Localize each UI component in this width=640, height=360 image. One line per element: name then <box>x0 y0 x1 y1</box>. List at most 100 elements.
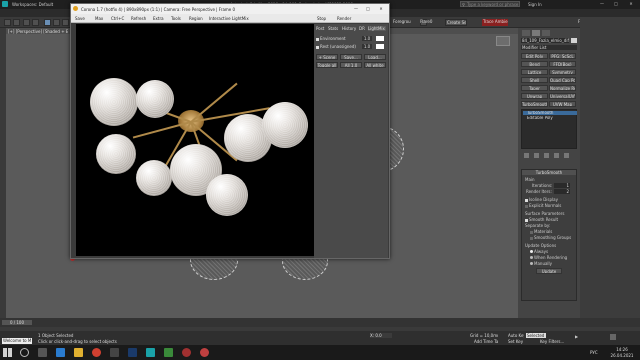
toolbar-foreground[interactable]: Foreground <box>393 19 411 26</box>
toggle-all-button[interactable]: Toggle all <box>316 62 338 68</box>
modifier-button[interactable]: Bend <box>521 61 548 67</box>
render-iters-spinner[interactable]: 2 <box>554 189 570 194</box>
frame-maximize-icon[interactable]: □ <box>363 6 373 11</box>
layer-value[interactable]: 1.0 <box>362 36 372 41</box>
modifier-button[interactable]: Edit Poly <box>521 53 548 59</box>
clock-time[interactable]: 14:26 <box>608 347 636 352</box>
object-name-field[interactable]: 84_109_Fazia_elmio_diffl0302 <box>521 38 569 43</box>
modifier-button[interactable]: Lattice <box>521 69 548 75</box>
set-key-button[interactable]: Set Key <box>508 339 524 344</box>
frame-max-button[interactable]: Max <box>95 16 107 21</box>
maximize-icon[interactable]: □ <box>610 1 622 7</box>
3dsmax-taskbar-icon[interactable] <box>146 348 155 357</box>
frame-save-button[interactable]: Save <box>75 16 91 21</box>
app-icon[interactable] <box>200 348 209 357</box>
store-icon[interactable] <box>110 348 119 357</box>
tab-dr[interactable]: DR <box>359 26 366 31</box>
all-one-button[interactable]: All 1.0 <box>340 62 362 68</box>
modifier-button[interactable]: Symmetry <box>549 69 576 75</box>
chrome-icon[interactable] <box>92 348 101 357</box>
time-slider[interactable]: 0 / 100 <box>0 318 640 327</box>
move-button[interactable] <box>53 19 60 26</box>
when-rendering-radio[interactable]: When Rendering <box>530 255 576 260</box>
remove-modifier-icon[interactable] <box>554 153 559 158</box>
frame-minimize-icon[interactable]: — <box>351 6 361 11</box>
modifier-list-dropdown[interactable]: Modifier List <box>521 45 577 50</box>
sign-in-link[interactable]: Sign In <box>528 2 548 7</box>
always-radio[interactable]: Always <box>530 249 576 254</box>
iterations-spinner[interactable]: 1 <box>554 183 570 188</box>
make-unique-icon[interactable] <box>544 153 549 158</box>
smooth-result-checkbox[interactable]: Smooth Result <box>525 217 575 222</box>
modifier-button[interactable]: FFD(Box) <box>549 61 576 67</box>
clock-date[interactable]: 26.04.2021 <box>606 353 638 358</box>
frame-render-button[interactable]: Render <box>337 16 355 21</box>
materials-checkbox[interactable]: Materials <box>530 229 576 234</box>
configure-sets-icon[interactable] <box>564 153 569 158</box>
add-scene-button[interactable]: + Scene <box>316 54 338 60</box>
key-filters-button[interactable]: Key Filters... <box>540 339 564 344</box>
toolbar-flare[interactable]: Flare0 <box>420 19 434 26</box>
frame-tools-button[interactable]: Tools <box>171 16 185 21</box>
rendered-image[interactable] <box>76 24 314 256</box>
all-white-button[interactable]: All white <box>364 62 386 68</box>
modifier-button[interactable]: UVW Map <box>549 101 576 107</box>
frame-close-icon[interactable]: ✕ <box>375 6 387 11</box>
app-icon[interactable] <box>182 348 191 357</box>
undo-button[interactable] <box>4 19 11 26</box>
modifier-button[interactable]: TurboSmooth <box>521 101 548 107</box>
add-time-tag-button[interactable]: Add Time Tag <box>474 339 498 344</box>
checkbox[interactable] <box>316 45 319 49</box>
toolbar-trace-ambient[interactable]: Trace Ambient <box>482 19 508 26</box>
render-iters-label[interactable]: Render Iters: <box>526 189 552 194</box>
load-layers-button[interactable]: Load... <box>364 54 386 60</box>
frame-copy-button[interactable]: Ctrl+C <box>111 16 127 21</box>
stack-item-turbosmooth[interactable]: TurboSmooth <box>523 111 577 115</box>
rollout-title[interactable]: TurboSmooth <box>522 170 576 175</box>
selection-set-dropdown[interactable]: Create Selection Se <box>445 19 467 26</box>
modifier-button[interactable]: PFG: ScScL <box>549 53 576 59</box>
stack-item-editable-poly[interactable]: Editable Poly <box>523 116 577 120</box>
tab-post[interactable]: Post <box>316 26 326 31</box>
minimize-icon[interactable]: — <box>596 1 608 7</box>
auto-key-button[interactable]: Auto Key <box>508 333 524 338</box>
search-taskbar-icon[interactable] <box>20 348 29 357</box>
unlink-button[interactable] <box>32 19 39 26</box>
modifier-button[interactable]: UniversalUVW <box>549 93 576 99</box>
update-button[interactable]: Update <box>536 268 562 274</box>
layer-row-rest[interactable]: Rest (unassigned) 1.0 <box>316 44 386 50</box>
redo-button[interactable] <box>13 19 20 26</box>
frame-stop-button[interactable]: Stop <box>317 16 329 21</box>
show-end-result-icon[interactable] <box>534 153 539 158</box>
select-button[interactable] <box>44 19 51 26</box>
frame-region-button[interactable]: Region <box>189 16 205 21</box>
rotate-button[interactable] <box>62 19 69 26</box>
task-view-icon[interactable] <box>38 348 47 357</box>
frame-refresh-button[interactable]: Refresh <box>131 16 149 21</box>
isoline-checkbox[interactable]: Isoline Display <box>525 197 575 202</box>
frame-extra-button[interactable]: Extra <box>153 16 167 21</box>
tab-lightmix[interactable]: LightMix <box>368 26 386 31</box>
manually-radio[interactable]: Manually <box>530 261 576 266</box>
hierarchy-tab-icon[interactable] <box>542 30 550 36</box>
start-icon[interactable] <box>3 348 12 357</box>
search-box[interactable]: ⚲ Type a keyword or phrase <box>460 1 520 7</box>
language-indicator[interactable]: РУС <box>590 350 602 355</box>
viewcube-icon[interactable] <box>496 36 510 46</box>
layer-row-environment[interactable]: Environment 1.0 <box>316 36 386 42</box>
modify-tab-icon[interactable] <box>532 30 540 36</box>
x-coordinate[interactable]: X: 0.0 <box>370 333 392 338</box>
save-layers-button[interactable]: Save... <box>340 54 362 60</box>
close-icon[interactable]: ✕ <box>624 1 638 7</box>
link-button[interactable] <box>23 19 30 26</box>
app-icon[interactable] <box>164 348 173 357</box>
frame-lightmix-button[interactable]: Interactive LightMix <box>209 16 253 21</box>
workspace-label[interactable]: Workspaces: Default <box>12 2 62 7</box>
pin-stack-icon[interactable] <box>524 153 529 158</box>
modifier-button[interactable]: Unwrap <box>521 93 548 99</box>
modifier-button[interactable]: Normalize Ref <box>549 85 576 91</box>
modifier-button[interactable]: Quad Cap Poi <box>549 77 576 83</box>
modifier-button[interactable]: Taper <box>521 85 548 91</box>
tab-history[interactable]: History <box>342 26 357 31</box>
layer-value[interactable]: 1.0 <box>362 44 372 49</box>
